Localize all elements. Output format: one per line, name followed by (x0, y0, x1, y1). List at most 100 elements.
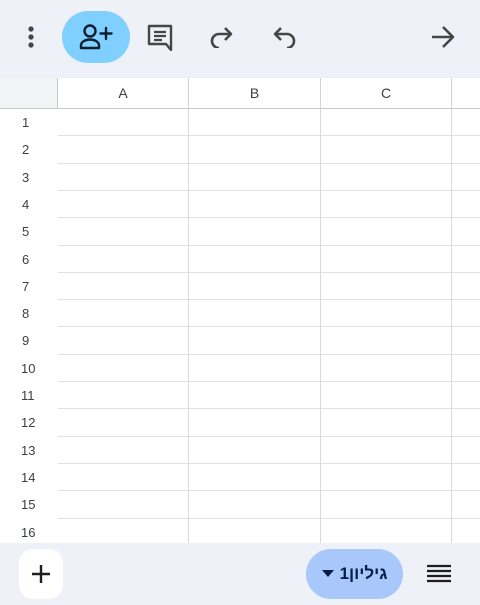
person-add-icon (79, 24, 113, 50)
cell-a6[interactable] (58, 246, 189, 273)
row-header-3[interactable]: 3 (0, 164, 58, 191)
cell-b9[interactable] (189, 327, 321, 354)
column-header-partial[interactable] (452, 78, 480, 109)
cell-a8[interactable] (58, 300, 189, 327)
cell-c6[interactable] (321, 246, 452, 273)
cell-b3[interactable] (189, 164, 321, 191)
row-header-4[interactable]: 4 (0, 191, 58, 218)
cell-d4[interactable] (452, 191, 480, 218)
bottom-bar: גיליון1 (0, 543, 480, 605)
comment-button[interactable] (140, 17, 180, 57)
cell-b7[interactable] (189, 273, 321, 300)
cell-b11[interactable] (189, 382, 321, 409)
cell-b4[interactable] (189, 191, 321, 218)
cell-b12[interactable] (189, 409, 321, 436)
cell-b15[interactable] (189, 491, 321, 518)
cell-d8[interactable] (452, 300, 480, 327)
forward-button[interactable] (422, 17, 464, 57)
cell-c4[interactable] (321, 191, 452, 218)
cell-a16[interactable] (58, 519, 189, 544)
cell-c5[interactable] (321, 218, 452, 245)
more-options-button[interactable] (14, 17, 48, 57)
cell-d9[interactable] (452, 327, 480, 354)
cell-a12[interactable] (58, 409, 189, 436)
cell-a14[interactable] (58, 464, 189, 491)
cell-d14[interactable] (452, 464, 480, 491)
redo-button[interactable] (202, 17, 242, 57)
cell-b6[interactable] (189, 246, 321, 273)
cell-b8[interactable] (189, 300, 321, 327)
cell-a9[interactable] (58, 327, 189, 354)
undo-button[interactable] (264, 17, 304, 57)
row-header-5[interactable]: 5 (0, 218, 58, 245)
cell-c11[interactable] (321, 382, 452, 409)
column-header-c[interactable]: C (321, 78, 452, 109)
row-header-2[interactable]: 2 (0, 136, 58, 163)
cell-c10[interactable] (321, 355, 452, 382)
cell-b13[interactable] (189, 437, 321, 464)
cell-c3[interactable] (321, 164, 452, 191)
cell-d13[interactable] (452, 437, 480, 464)
cell-a13[interactable] (58, 437, 189, 464)
cell-a2[interactable] (58, 136, 189, 163)
cell-a3[interactable] (58, 164, 189, 191)
cell-b2[interactable] (189, 136, 321, 163)
row-header-13[interactable]: 13 (0, 437, 58, 464)
row-header-1[interactable]: 1 (0, 109, 58, 136)
undo-icon (273, 27, 296, 48)
column-header-b[interactable]: B (189, 78, 321, 109)
cell-d1[interactable] (452, 109, 480, 136)
row-header-16[interactable]: 16 (0, 519, 58, 544)
select-all-corner[interactable] (0, 78, 58, 109)
cell-a15[interactable] (58, 491, 189, 518)
add-sheet-button[interactable] (19, 549, 63, 599)
sheet-list-button[interactable] (422, 557, 456, 591)
row-header-6[interactable]: 6 (0, 246, 58, 273)
cell-b1[interactable] (189, 109, 321, 136)
cell-a7[interactable] (58, 273, 189, 300)
sheet-list-icon (427, 564, 451, 583)
cell-c1[interactable] (321, 109, 452, 136)
cell-d5[interactable] (452, 218, 480, 245)
cell-c16[interactable] (321, 519, 452, 544)
row-header-15[interactable]: 15 (0, 491, 58, 518)
row-header-9[interactable]: 9 (0, 327, 58, 354)
sheet-tab[interactable]: גיליון1 (306, 549, 403, 599)
cell-c14[interactable] (321, 464, 452, 491)
cell-d10[interactable] (452, 355, 480, 382)
row-header-14[interactable]: 14 (0, 464, 58, 491)
cell-d12[interactable] (452, 409, 480, 436)
cell-c8[interactable] (321, 300, 452, 327)
cell-d11[interactable] (452, 382, 480, 409)
share-button[interactable] (62, 11, 130, 63)
cell-c9[interactable] (321, 327, 452, 354)
comment-icon (147, 24, 173, 51)
cell-b5[interactable] (189, 218, 321, 245)
cell-d6[interactable] (452, 246, 480, 273)
cell-d7[interactable] (452, 273, 480, 300)
cell-d2[interactable] (452, 136, 480, 163)
cell-a5[interactable] (58, 218, 189, 245)
row-header-10[interactable]: 10 (0, 355, 58, 382)
cell-c12[interactable] (321, 409, 452, 436)
cell-d15[interactable] (452, 491, 480, 518)
row-header-12[interactable]: 12 (0, 409, 58, 436)
cell-d3[interactable] (452, 164, 480, 191)
row-header-11[interactable]: 11 (0, 382, 58, 409)
cell-c15[interactable] (321, 491, 452, 518)
cell-c2[interactable] (321, 136, 452, 163)
cell-b16[interactable] (189, 519, 321, 544)
cell-d16[interactable] (452, 519, 480, 544)
cell-c7[interactable] (321, 273, 452, 300)
cell-b10[interactable] (189, 355, 321, 382)
row-header-7[interactable]: 7 (0, 273, 58, 300)
cell-c13[interactable] (321, 437, 452, 464)
arrow-forward-icon (432, 26, 455, 48)
cell-a11[interactable] (58, 382, 189, 409)
cell-a4[interactable] (58, 191, 189, 218)
row-header-8[interactable]: 8 (0, 300, 58, 327)
cell-a10[interactable] (58, 355, 189, 382)
cell-a1[interactable] (58, 109, 189, 136)
cell-b14[interactable] (189, 464, 321, 491)
column-header-a[interactable]: A (58, 78, 189, 109)
